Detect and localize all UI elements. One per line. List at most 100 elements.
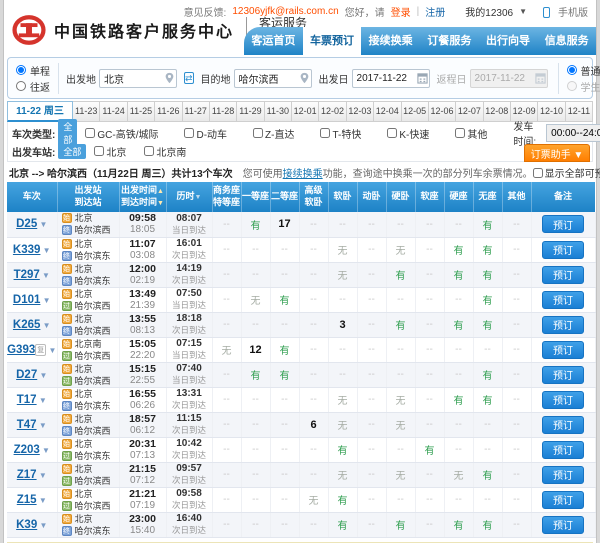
chevron-down-icon[interactable]: ▼ [37,496,47,505]
train-number-link[interactable]: D101 [13,294,41,306]
date-tab-14[interactable]: 12-07 [456,101,483,122]
nav-tab-3[interactable]: 订餐服务 [420,27,479,55]
book-button[interactable]: 预订 [542,466,584,484]
train-number-link[interactable]: T47 [17,419,37,431]
train-type-checkbox-1[interactable] [184,128,194,138]
train-number-link[interactable]: T17 [17,394,37,406]
calendar-icon[interactable] [417,72,428,84]
trip-type-option-1[interactable]: 往返 [16,79,50,94]
date-tab-15[interactable]: 12-08 [484,101,511,122]
book-button[interactable]: 预订 [542,441,584,459]
date-tab-5[interactable]: 11-28 [210,101,237,122]
train-number-link[interactable]: T297 [14,269,40,281]
train-number-link[interactable]: K39 [16,519,37,531]
train-type-checkbox-3[interactable] [320,128,330,138]
trip-type-radio-1[interactable] [16,81,26,91]
mobile-version-link[interactable]: 手机版 [558,4,588,19]
column-header-7[interactable]: 高级软卧 [299,182,328,212]
column-header-3[interactable]: 历时▼ [166,182,212,212]
date-tab-13[interactable]: 12-06 [429,101,456,122]
column-header-5[interactable]: 一等座 [241,182,270,212]
book-button[interactable]: 预订 [542,491,584,509]
sort-arrow-icon[interactable]: ▼ [157,200,164,207]
train-type-option-2[interactable]: Z-直达 [253,126,294,141]
date-tab-0[interactable]: 11-23 [73,101,100,122]
train-type-option-5[interactable]: 其他 [455,126,487,141]
date-tab-2[interactable]: 11-25 [128,101,155,122]
column-header-10[interactable]: 硬卧 [386,182,415,212]
book-button[interactable]: 预订 [542,316,584,334]
column-header-15[interactable]: 备注 [531,182,595,212]
date-tab-3[interactable]: 11-26 [155,101,182,122]
station-all-tag[interactable]: 全部 [58,144,86,159]
nav-tab-4[interactable]: 出行向导 [479,27,538,55]
train-number-link[interactable]: G393 [7,344,35,356]
chevron-down-icon[interactable]: ▼ [37,220,47,229]
chevron-down-icon[interactable]: ▼ [40,321,50,330]
column-header-13[interactable]: 无座 [473,182,502,212]
nav-tab-5[interactable]: 信息服务 [537,27,596,55]
sort-arrow-icon[interactable]: ▼ [195,194,202,201]
train-number-link[interactable]: K265 [13,319,41,331]
depart-time-select[interactable]: 00:00--24:00 [546,124,600,142]
passenger-type-radio-0[interactable] [567,65,577,75]
sort-arrow-icon[interactable]: ▲ [157,188,164,195]
train-type-option-4[interactable]: K-快速 [387,126,429,141]
train-number-link[interactable]: Z17 [17,469,37,481]
chevron-down-icon[interactable]: ▼ [46,346,56,355]
chevron-down-icon[interactable]: ▼ [37,521,47,530]
train-number-link[interactable]: K339 [13,244,41,256]
my-12306-menu[interactable]: 我的12306 [465,4,513,19]
train-number-link[interactable]: Z203 [14,444,40,456]
chevron-down-icon[interactable]: ▼ [40,296,50,305]
book-button[interactable]: 预订 [542,516,584,534]
train-number-link[interactable]: D25 [16,218,37,230]
column-header-9[interactable]: 动卧 [357,182,386,212]
swap-stations-icon[interactable]: ⇄ [184,72,194,84]
login-link[interactable]: 登录 [391,4,411,19]
column-header-0[interactable]: 车次 [7,182,57,212]
book-button[interactable]: 预订 [542,391,584,409]
trip-type-radio-0[interactable] [16,65,26,75]
date-tab-12[interactable]: 12-05 [402,101,429,122]
date-tab-11[interactable]: 12-04 [374,101,401,122]
station-checkbox-0[interactable] [94,146,104,156]
column-header-6[interactable]: 二等座 [270,182,299,212]
register-link[interactable]: 注册 [425,4,445,19]
chevron-down-icon[interactable]: ▼ [37,471,47,480]
train-number-link[interactable]: Z15 [17,494,37,506]
chevron-down-icon[interactable]: ▼ [37,371,47,380]
book-button[interactable]: 预订 [542,341,584,359]
book-button[interactable]: 预订 [542,366,584,384]
train-type-option-3[interactable]: T-特快 [320,126,361,141]
train-type-checkbox-5[interactable] [455,128,465,138]
train-type-checkbox-0[interactable] [85,128,95,138]
nav-tab-0[interactable]: 客运首页 [244,27,303,55]
date-tab-9[interactable]: 12-02 [319,101,346,122]
column-header-1[interactable]: 出发站到达站 [57,182,119,212]
train-type-option-1[interactable]: D-动车 [184,126,227,141]
chevron-down-icon[interactable]: ▼ [40,246,50,255]
date-tab-7[interactable]: 11-30 [265,101,292,122]
nav-tab-1[interactable]: 车票预订 [303,27,362,55]
transfer-link[interactable]: 接续换乘 [283,169,323,180]
date-tab-1[interactable]: 11-24 [100,101,127,122]
column-header-14[interactable]: 其他 [502,182,531,212]
book-button[interactable]: 预订 [542,241,584,259]
date-tab-8[interactable]: 12-01 [292,101,319,122]
train-number-link[interactable]: D27 [16,369,37,381]
nav-tab-2[interactable]: 接续换乘 [361,27,420,55]
book-button[interactable]: 预订 [542,215,584,233]
show-all-checkbox[interactable] [533,168,543,178]
chevron-down-icon[interactable]: ▼ [40,446,50,455]
passenger-type-option-0[interactable]: 普通 [567,63,600,78]
book-button[interactable]: 预订 [542,291,584,309]
date-tab-4[interactable]: 11-27 [183,101,210,122]
booking-helper-button[interactable]: 订票助手 ▼ [524,144,590,162]
train-type-checkbox-4[interactable] [387,128,397,138]
column-header-2[interactable]: 出发时间▲到达时间▼ [119,182,166,212]
column-header-12[interactable]: 硬座 [444,182,473,212]
train-type-option-0[interactable]: GC-高铁/城际 [85,126,158,141]
train-type-all-tag[interactable]: 全部 [58,119,77,147]
passenger-type-option-1[interactable]: 学生 [567,79,600,94]
